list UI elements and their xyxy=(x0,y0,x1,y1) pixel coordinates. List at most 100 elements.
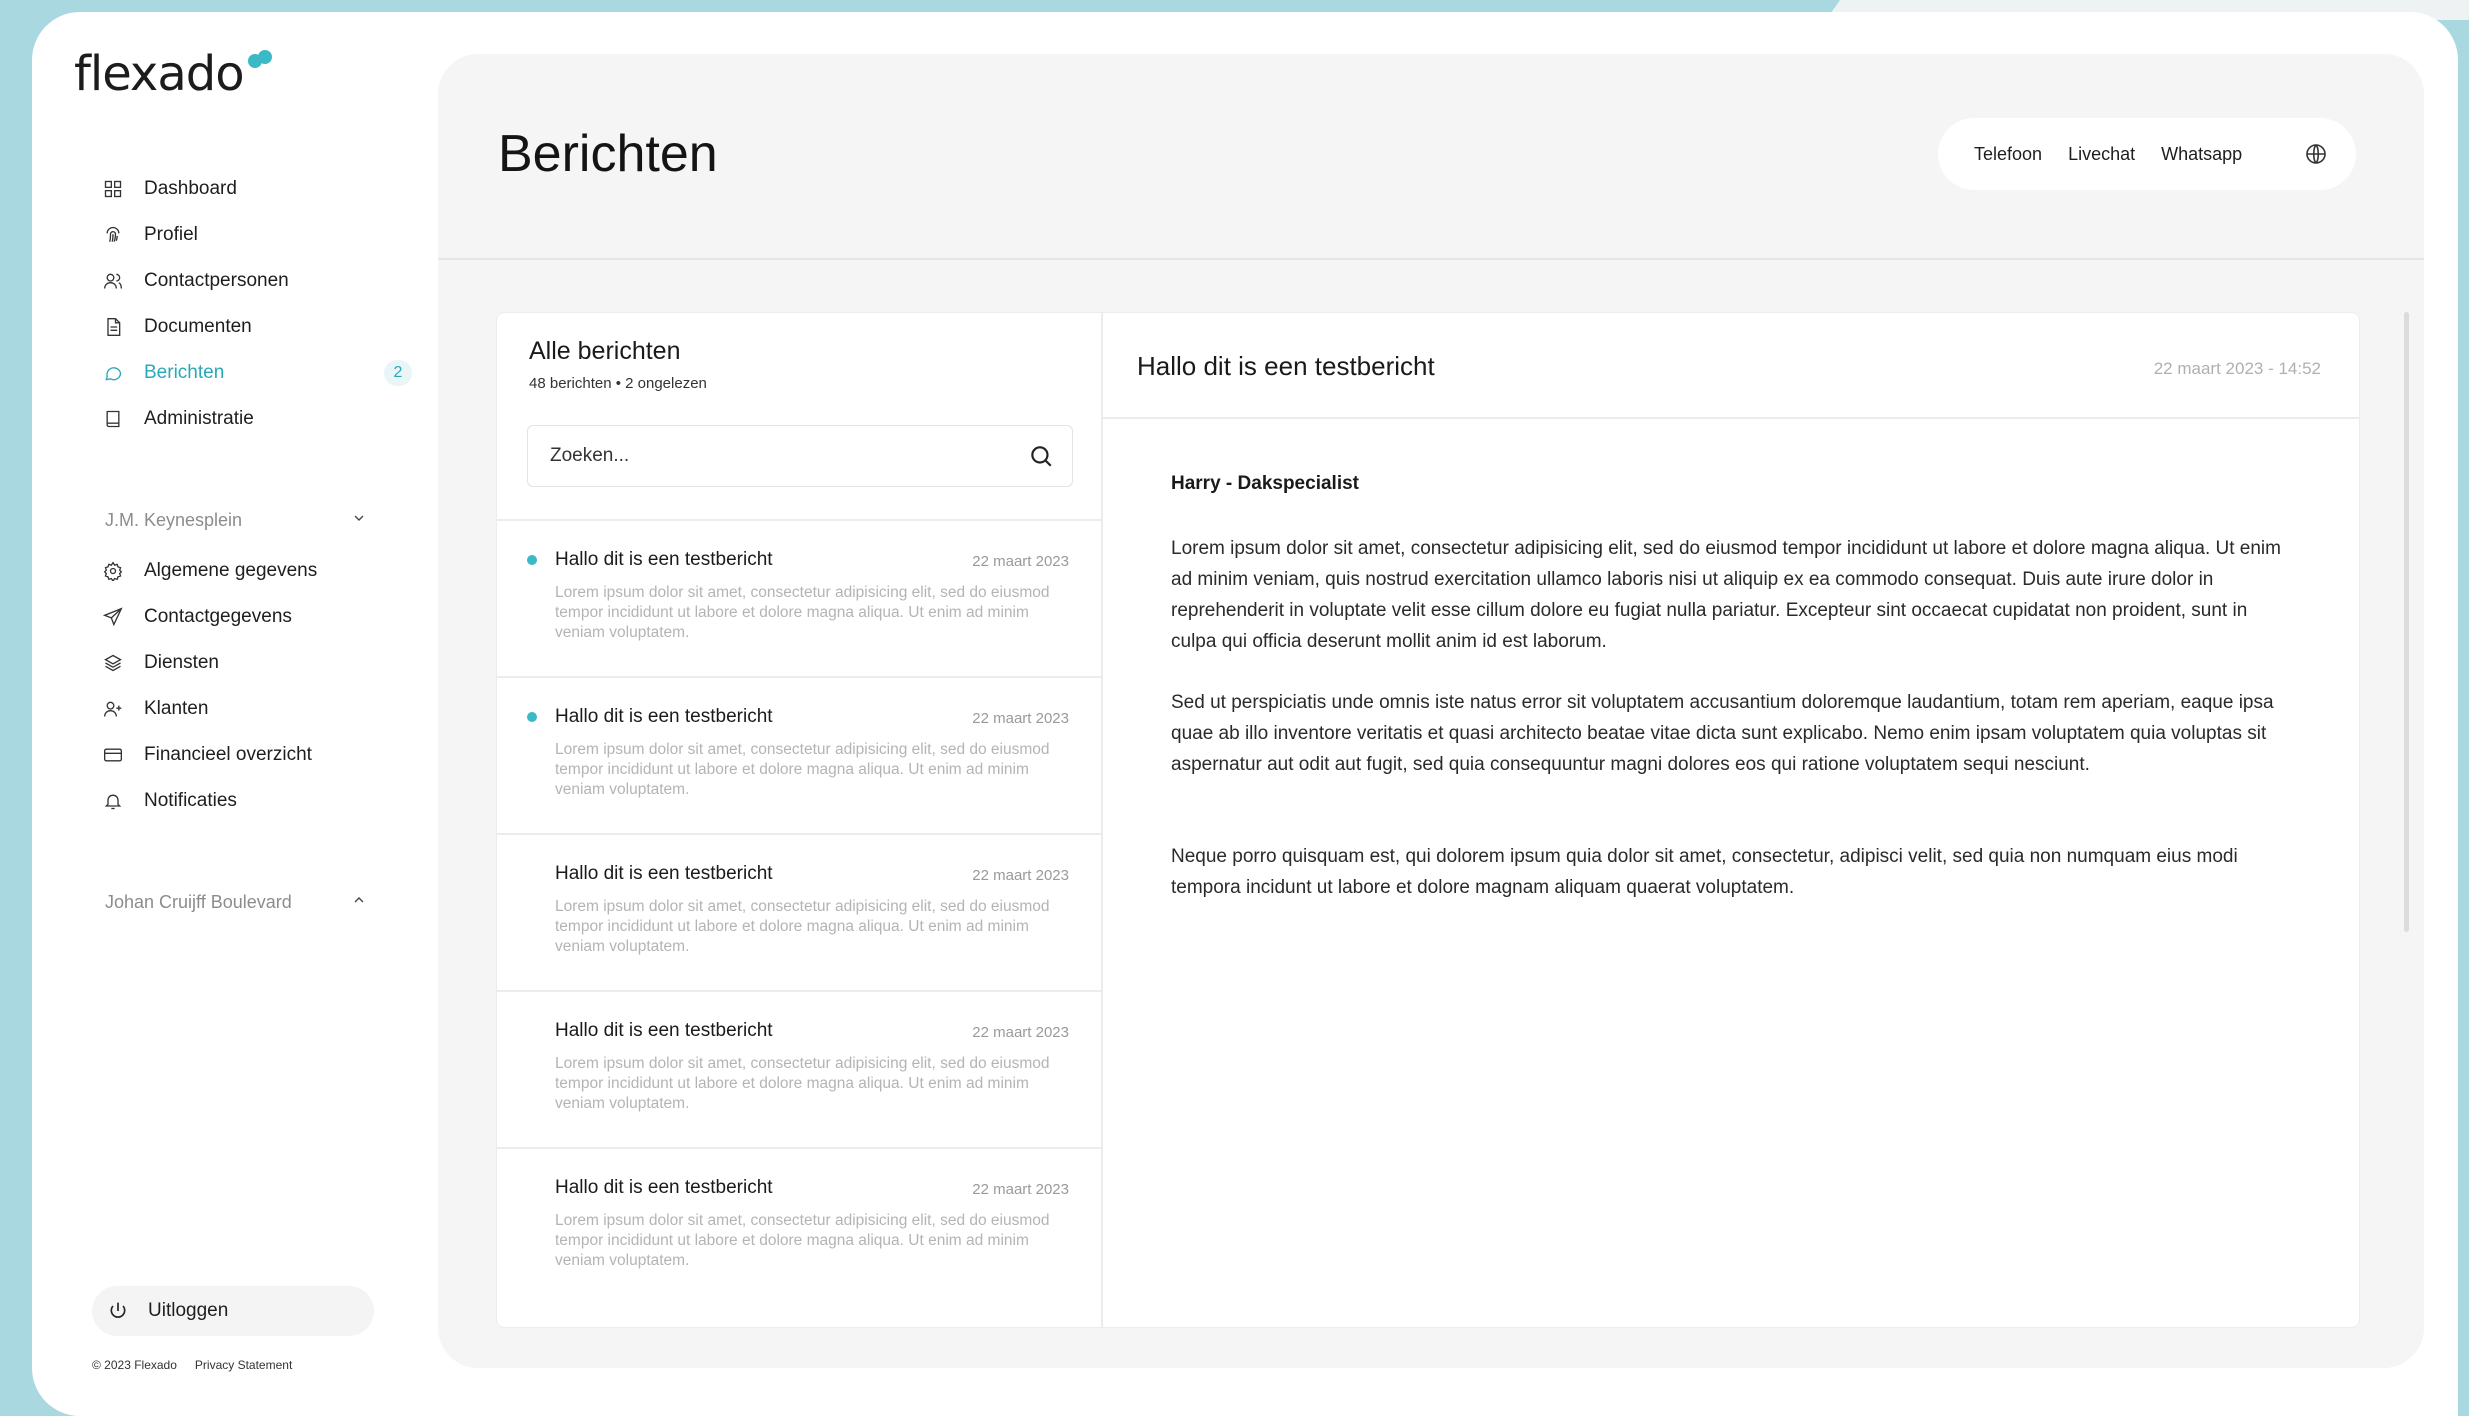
telefoon-link[interactable]: Telefoon xyxy=(1974,144,2042,165)
sidebar-item-berichten[interactable]: Berichten 2 xyxy=(102,350,412,396)
send-icon xyxy=(102,606,124,628)
detail-header: Hallo dit is een testbericht 22 maart 20… xyxy=(1103,313,2359,419)
message-preview: Lorem ipsum dolor sit amet, consectetur … xyxy=(555,584,1050,641)
main-nav: Dashboard Profiel Contactpersonen Docume… xyxy=(102,166,412,442)
message-date: 22 maart 2023 xyxy=(972,867,1069,884)
message-title: Hallo dit is een testbericht xyxy=(555,549,773,570)
sidebar-item-administratie[interactable]: Administratie xyxy=(102,396,412,442)
detail-scrollbar[interactable] xyxy=(2404,312,2409,932)
sidebar-item-label: Berichten xyxy=(144,362,225,383)
logo-text: flexado xyxy=(74,46,245,102)
message-title: Hallo dit is een testbericht xyxy=(555,1177,773,1198)
whatsapp-link[interactable]: Whatsapp xyxy=(2161,144,2242,165)
document-icon xyxy=(102,316,124,338)
page-title: Berichten xyxy=(498,125,718,183)
sidebar-item-label: Documenten xyxy=(144,316,252,337)
privacy-link[interactable]: Privacy Statement xyxy=(195,1358,292,1372)
message-sender: Harry - Dakspecialist xyxy=(1171,473,1359,494)
messages-panel: Alle berichten 48 berichten • 2 ongeleze… xyxy=(496,312,2360,1328)
unread-dot xyxy=(527,712,537,722)
sidebar-item-dashboard[interactable]: Dashboard xyxy=(102,166,412,212)
detail-date: 22 maart 2023 - 14:52 xyxy=(2153,359,2321,378)
sidebar-item-contactpersonen[interactable]: Contactpersonen xyxy=(102,258,412,304)
sidebar-item-label: Dashboard xyxy=(144,178,237,199)
flexado-logo[interactable]: flexado xyxy=(74,46,274,102)
list-title: Alle berichten xyxy=(529,337,681,365)
logout-button[interactable]: Uitloggen xyxy=(92,1286,374,1336)
message-preview: Lorem ipsum dolor sit amet, consectetur … xyxy=(555,1212,1050,1269)
message-title: Hallo dit is een testbericht xyxy=(555,863,773,884)
sidebar-item-label: Algemene gegevens xyxy=(144,560,318,581)
sidebar-item-klanten[interactable]: Klanten xyxy=(102,686,412,732)
group-title: Johan Cruijff Boulevard xyxy=(105,892,292,912)
search-icon[interactable] xyxy=(1028,443,1054,469)
message-date: 22 maart 2023 xyxy=(972,710,1069,727)
message-item[interactable]: Hallo dit is een testbericht 22 maart 20… xyxy=(497,835,1101,992)
bell-icon xyxy=(102,790,124,812)
message-title: Hallo dit is een testbericht xyxy=(555,706,773,727)
book-icon xyxy=(102,408,124,430)
search-input[interactable] xyxy=(528,426,1008,486)
grid-icon xyxy=(102,178,124,200)
message-preview: Lorem ipsum dolor sit amet, consectetur … xyxy=(555,898,1050,955)
sidebar-item-profiel[interactable]: Profiel xyxy=(102,212,412,258)
user-plus-icon xyxy=(102,698,124,720)
message-date: 22 maart 2023 xyxy=(972,553,1069,570)
logo-dots-icon xyxy=(246,50,274,70)
message-item[interactable]: Hallo dit is een testbericht 22 maart 20… xyxy=(497,1149,1101,1306)
message-detail: Hallo dit is een testbericht 22 maart 20… xyxy=(1103,313,2359,1327)
message-item[interactable]: Hallo dit is een testbericht 22 maart 20… xyxy=(497,521,1101,678)
group-toggle-cruijff-boulevard[interactable]: Johan Cruijff Boulevard xyxy=(105,892,367,913)
sidebar-item-label: Diensten xyxy=(144,652,219,673)
card-icon xyxy=(102,744,124,766)
message-date: 22 maart 2023 xyxy=(972,1181,1069,1198)
sidebar-item-financieel-overzicht[interactable]: Financieel overzicht xyxy=(102,732,412,778)
message-paragraph: Lorem ipsum dolor sit amet, consectetur … xyxy=(1171,538,2281,652)
message-date: 22 maart 2023 xyxy=(972,1024,1069,1041)
sidebar-item-diensten[interactable]: Diensten xyxy=(102,640,412,686)
header-divider xyxy=(438,258,2424,260)
sidebar-item-label: Notificaties xyxy=(144,790,237,811)
list-subtitle: 48 berichten • 2 ongelezen xyxy=(529,375,707,392)
fingerprint-icon xyxy=(102,224,124,246)
sidebar-item-contactgegevens[interactable]: Contactgegevens xyxy=(102,594,412,640)
gear-icon xyxy=(102,560,124,582)
logout-label: Uitloggen xyxy=(148,1300,229,1321)
sidebar-item-label: Klanten xyxy=(144,698,209,719)
message-title: Hallo dit is een testbericht xyxy=(555,1020,773,1041)
message-item[interactable]: Hallo dit is een testbericht 22 maart 20… xyxy=(497,992,1101,1149)
globe-icon[interactable] xyxy=(2304,142,2328,166)
sidebar-item-label: Financieel overzicht xyxy=(144,744,312,765)
sidebar-item-label: Contactgegevens xyxy=(144,606,292,627)
app-frame: flexado Dashboard Profiel Contactpersone… xyxy=(32,12,2458,1416)
chevron-up-icon xyxy=(351,892,367,913)
layers-icon xyxy=(102,652,124,674)
sidebar-item-notificaties[interactable]: Notificaties xyxy=(102,778,412,824)
livechat-link[interactable]: Livechat xyxy=(2068,144,2135,165)
unread-dot xyxy=(527,555,537,565)
detail-title: Hallo dit is een testbericht xyxy=(1137,351,1435,381)
copyright-text: © 2023 Flexado xyxy=(92,1358,177,1372)
message-list: Alle berichten 48 berichten • 2 ongeleze… xyxy=(497,313,1103,1327)
message-icon xyxy=(102,362,124,384)
group-title: J.M. Keynesplein xyxy=(105,510,243,530)
sidebar-item-label: Administratie xyxy=(144,408,254,429)
sidebar: flexado Dashboard Profiel Contactpersone… xyxy=(32,12,432,1416)
location-nav: Algemene gegevens Contactgegevens Dienst… xyxy=(102,548,412,824)
sidebar-item-label: Profiel xyxy=(144,224,198,245)
main-content: Berichten Telefoon Livechat Whatsapp All… xyxy=(438,54,2424,1368)
unread-badge: 2 xyxy=(384,360,412,386)
sidebar-footer: © 2023 Flexado Privacy Statement xyxy=(92,1358,292,1372)
group-toggle-keynesplein[interactable]: J.M. Keynesplein xyxy=(105,510,367,531)
sidebar-item-algemene-gegevens[interactable]: Algemene gegevens xyxy=(102,548,412,594)
chevron-down-icon xyxy=(351,510,367,531)
sidebar-item-documenten[interactable]: Documenten xyxy=(102,304,412,350)
message-item[interactable]: Hallo dit is een testbericht 22 maart 20… xyxy=(497,678,1101,835)
message-preview: Lorem ipsum dolor sit amet, consectetur … xyxy=(555,741,1050,798)
contact-options: Telefoon Livechat Whatsapp xyxy=(1938,118,2356,190)
power-icon xyxy=(110,1302,126,1318)
search-box xyxy=(527,425,1073,487)
message-paragraph: Neque porro quisquam est, qui dolorem ip… xyxy=(1171,846,2238,898)
sidebar-item-label: Contactpersonen xyxy=(144,270,289,291)
users-icon xyxy=(102,270,124,292)
